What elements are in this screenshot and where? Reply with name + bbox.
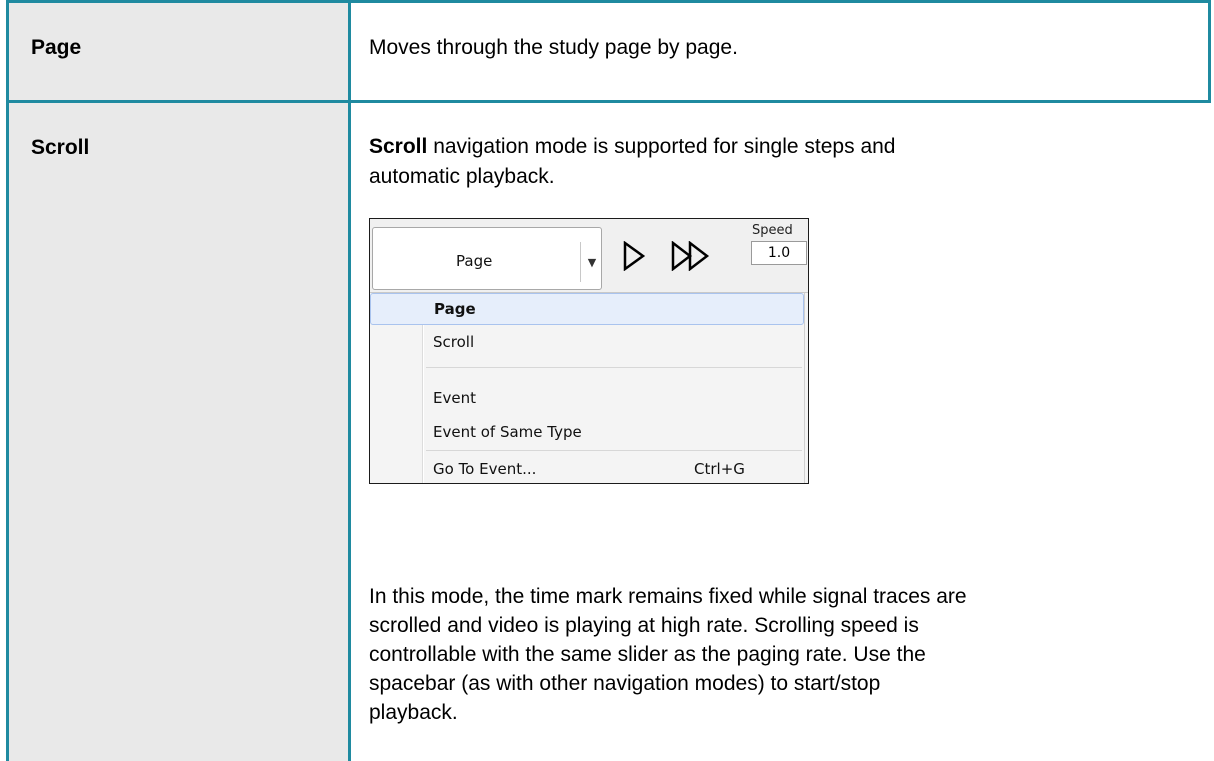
body-line-3: controllable with the same slider as the… <box>369 643 926 666</box>
table-border-top <box>6 0 1211 3</box>
speed-input[interactable]: 1.0 <box>751 241 807 265</box>
menu-item-label: Scroll <box>433 333 475 351</box>
row-intro-line-1: Scroll navigation mode is supported for … <box>369 132 895 161</box>
scroll-bold-term: Scroll <box>369 135 428 158</box>
speed-label: Speed <box>752 223 793 238</box>
menu-item-event[interactable]: Event <box>370 382 804 414</box>
navigation-mode-screenshot: Page ▼ Speed 1.0 Page Scroll Event Event… <box>369 218 809 484</box>
combo-value: Page <box>456 252 493 270</box>
menu-item-go-to-event[interactable]: Go To Event... Ctrl+G <box>370 453 804 483</box>
row-label-scroll: Scroll <box>31 136 90 159</box>
step-forward-icon[interactable] <box>622 241 646 271</box>
menu-item-label: Event <box>433 389 476 407</box>
body-line-5: playback. <box>369 701 458 724</box>
label-column <box>8 3 348 761</box>
menu-item-page[interactable]: Page <box>370 293 804 325</box>
chevron-down-icon[interactable]: ▼ <box>580 242 603 282</box>
menu-item-label: Page <box>434 300 476 318</box>
fast-forward-icon[interactable] <box>670 241 712 271</box>
menu-item-label: Go To Event... <box>433 460 537 478</box>
menu-item-event-of-same-type[interactable]: Event of Same Type <box>370 416 804 448</box>
table-border-right <box>1208 0 1211 102</box>
row-description-page: Moves through the study page by page. <box>369 36 738 59</box>
menu-edge <box>804 293 805 483</box>
navigation-mode-combo[interactable]: Page ▼ <box>372 227 602 290</box>
intro-text: navigation mode is supported for single … <box>427 135 896 158</box>
shortcut-label: Ctrl+G <box>694 460 745 478</box>
body-line-1: In this mode, the time mark remains fixe… <box>369 585 967 608</box>
menu-separator <box>426 450 802 451</box>
menu-item-label: Event of Same Type <box>433 423 582 441</box>
info-table: Page Moves through the study page by pag… <box>0 0 1214 761</box>
menu-separator <box>426 367 802 368</box>
menu-item-scroll[interactable]: Scroll <box>370 326 804 358</box>
table-border-left <box>6 0 9 761</box>
row-label-page: Page <box>31 36 82 59</box>
navigation-mode-menu: Page Scroll Event Event of Same Type Go … <box>370 292 808 483</box>
body-line-2: scrolled and video is playing at high ra… <box>369 614 919 637</box>
table-row-divider <box>6 100 1211 103</box>
navigation-toolbar: Page ▼ Speed 1.0 <box>370 219 808 294</box>
table-border-middle <box>348 0 351 761</box>
row-intro-line-2: automatic playback. <box>369 165 555 188</box>
body-line-4: spacebar (as with other navigation modes… <box>369 672 881 695</box>
